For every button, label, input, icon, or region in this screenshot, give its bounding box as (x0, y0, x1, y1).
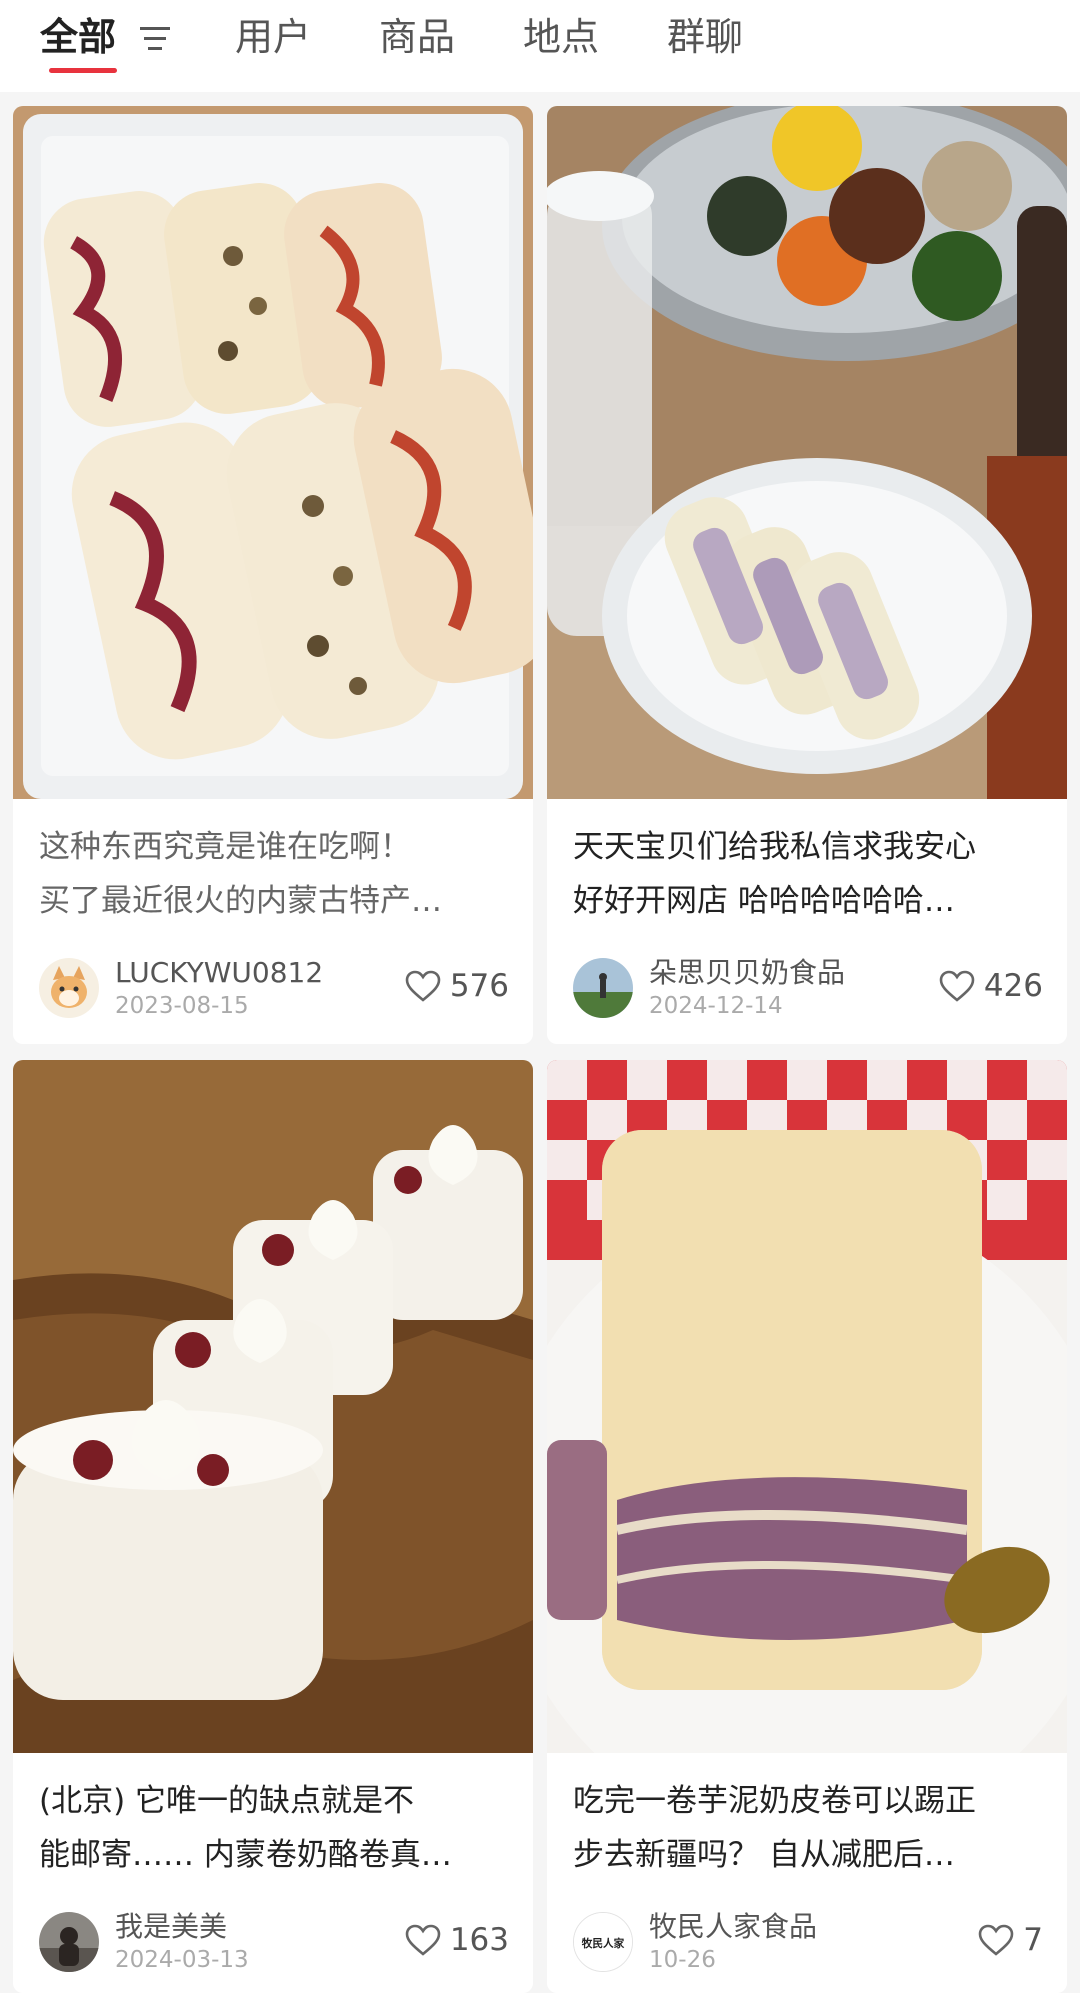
active-tab-indicator (49, 68, 117, 73)
tab-places[interactable]: 地点 (523, 14, 599, 60)
author-name[interactable]: 朵思贝贝奶食品 (649, 956, 845, 990)
post-title[interactable]: 天天宝贝们给我私信求我安心 好好开网店 哈哈哈哈哈哈… (573, 820, 1045, 928)
post-image[interactable] (13, 106, 533, 799)
heart-icon (405, 1924, 441, 1956)
tab-group-chats[interactable]: 群聊 (667, 14, 743, 60)
tab-products[interactable]: 商品 (379, 14, 455, 60)
tab-users[interactable]: 用户 (235, 14, 311, 60)
like-count[interactable]: 576 (404, 968, 509, 1004)
post-card[interactable]: 吃完一卷芋泥奶皮卷可以踢正 步去新疆吗？ 自从减肥后… 牧民人家 牧民人家食品 … (547, 1060, 1067, 1993)
avatar[interactable] (573, 958, 633, 1018)
post-card[interactable]: (北京) 它唯一的缺点就是不 能邮寄…… 内蒙卷奶酪卷真… 我是美美 2024-… (13, 1060, 533, 1993)
post-card[interactable]: 天天宝贝们给我私信求我安心 好好开网店 哈哈哈哈哈哈… 朵思贝贝奶食品 2024… (547, 106, 1067, 1044)
author-name[interactable]: 我是美美 (115, 1910, 227, 1944)
tab-all[interactable]: 全部 (40, 14, 116, 60)
avatar[interactable] (39, 958, 99, 1018)
heart-icon (405, 970, 441, 1002)
post-date: 2024-03-13 (115, 1947, 249, 1973)
author-name[interactable]: LUCKYWU0812 (115, 956, 323, 990)
avatar[interactable] (39, 1912, 99, 1972)
search-tab-bar: 全部 用户 商品 地点 群聊 (0, 0, 1080, 92)
filter-icon[interactable] (138, 24, 172, 52)
post-date: 2024-12-14 (649, 993, 783, 1019)
avatar[interactable]: 牧民人家 (573, 1912, 633, 1972)
post-image[interactable] (547, 106, 1067, 799)
post-image[interactable] (13, 1060, 533, 1753)
post-card[interactable]: 这种东西究竟是谁在吃啊！ 买了最近很火的内蒙古特产… LUCKYWU0812 2… (13, 106, 533, 1044)
avatar-logo-text: 牧民人家 (582, 1937, 625, 1950)
like-count[interactable]: 163 (404, 1922, 509, 1958)
post-title[interactable]: 吃完一卷芋泥奶皮卷可以踢正 步去新疆吗？ 自从减肥后… (573, 1774, 1045, 1882)
heart-icon (978, 1924, 1014, 1956)
like-count[interactable]: 7 (977, 1922, 1043, 1958)
post-title[interactable]: 这种东西究竟是谁在吃啊！ 买了最近很火的内蒙古特产… (39, 820, 511, 928)
post-image[interactable] (547, 1060, 1067, 1753)
author-name[interactable]: 牧民人家食品 (649, 1910, 817, 1944)
post-date: 10-26 (649, 1947, 716, 1973)
heart-icon (939, 970, 975, 1002)
post-date: 2023-08-15 (115, 993, 249, 1019)
like-count[interactable]: 426 (938, 968, 1043, 1004)
post-title[interactable]: (北京) 它唯一的缺点就是不 能邮寄…… 内蒙卷奶酪卷真… (39, 1774, 511, 1882)
